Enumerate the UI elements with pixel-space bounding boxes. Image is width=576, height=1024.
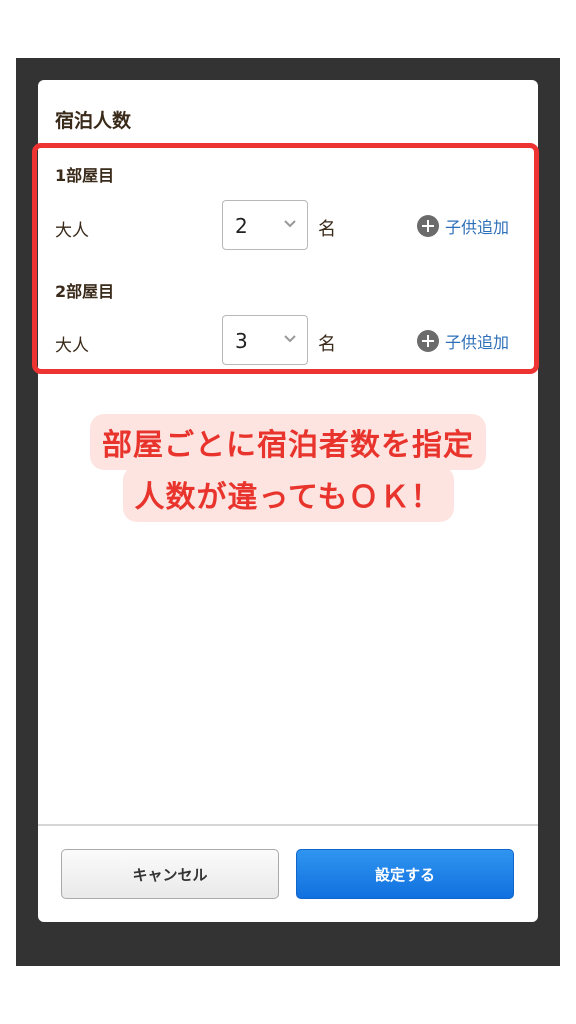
callout-line-1-wrap: 部屋ごとに宿泊者数を指定 <box>0 414 576 470</box>
confirm-button[interactable]: 設定する <box>296 849 514 899</box>
callout-line-2: 人数が違ってもＯＫ！ <box>122 466 454 522</box>
cancel-button[interactable]: キャンセル <box>61 849 279 899</box>
callout-line-2-wrap: 人数が違ってもＯＫ！ <box>0 466 576 522</box>
callout-line-1: 部屋ごとに宿泊者数を指定 <box>90 414 486 470</box>
footer-divider <box>38 824 538 826</box>
modal-title: 宿泊人数 <box>55 110 132 132</box>
rooms-highlight-frame <box>32 143 539 374</box>
